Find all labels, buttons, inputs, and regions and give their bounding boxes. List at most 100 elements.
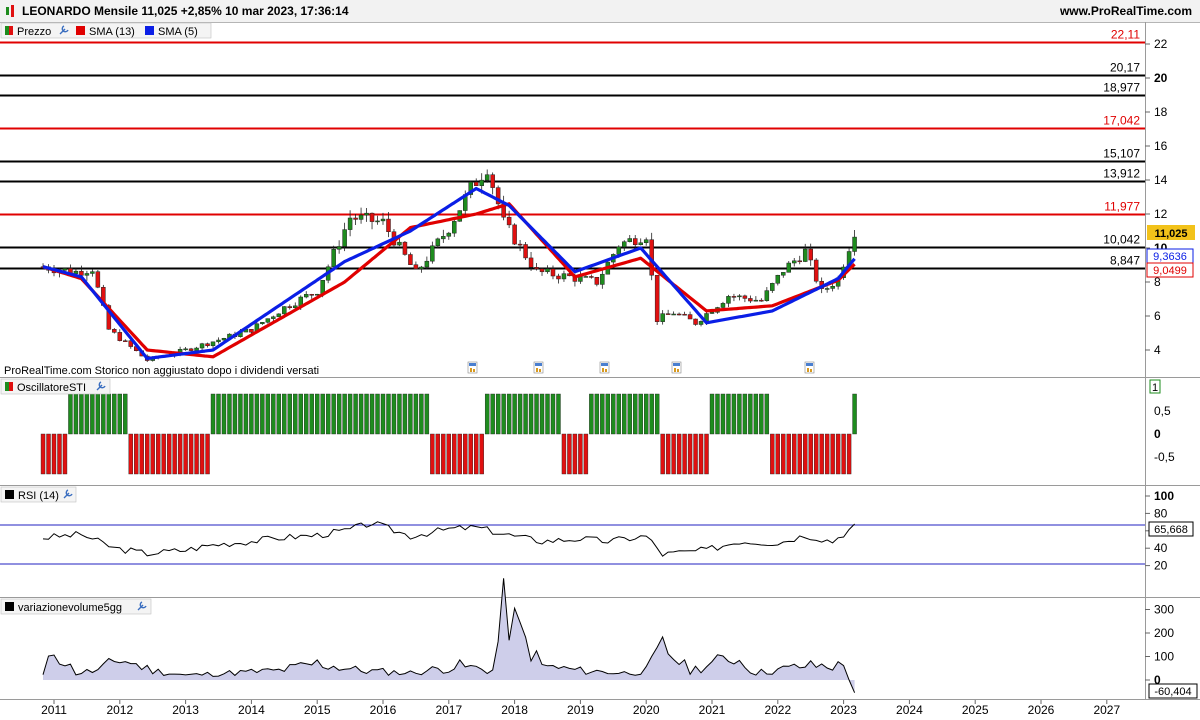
sti-bar bbox=[172, 433, 177, 475]
x-tick-label: 2019 bbox=[567, 703, 594, 717]
level-label: 10,042 bbox=[1103, 233, 1140, 247]
x-tick-label: 2025 bbox=[962, 703, 989, 717]
volume-label: variazionevolume5gg bbox=[18, 602, 122, 614]
level-label: 20,17 bbox=[1110, 61, 1140, 75]
candle-body bbox=[775, 274, 781, 284]
candle-body bbox=[808, 248, 813, 261]
sti-bar bbox=[846, 433, 852, 475]
sti-bar bbox=[150, 433, 155, 475]
sti-bar bbox=[145, 433, 150, 475]
watermark-text: ProRealTime.com Storico non aggiustato d… bbox=[4, 365, 319, 377]
sti-bar bbox=[781, 433, 786, 475]
prezzo-swatch bbox=[5, 26, 9, 35]
sti-bar bbox=[517, 393, 523, 435]
candle-body bbox=[353, 217, 358, 220]
sti-bar bbox=[188, 433, 194, 475]
rsi-tick-label: 100 bbox=[1154, 489, 1174, 503]
candle-body bbox=[616, 246, 622, 255]
sti-bar bbox=[813, 433, 819, 475]
x-tick-label: 2018 bbox=[501, 703, 528, 717]
sti-bar bbox=[57, 433, 62, 475]
x-tick-label: 2024 bbox=[896, 703, 923, 717]
sti-bar bbox=[139, 433, 144, 475]
sti-bar bbox=[506, 393, 512, 435]
sti-bar bbox=[123, 393, 128, 435]
sti-bar bbox=[654, 393, 660, 435]
level-label: 11,977 bbox=[1104, 200, 1140, 214]
level-labels: 22,11 20,17 18,977 17,042 15,107 13,912 11,977… bbox=[1103, 28, 1140, 268]
sti-bars bbox=[40, 393, 857, 475]
candle-body bbox=[62, 268, 68, 271]
candle-body bbox=[408, 254, 413, 265]
candle-body bbox=[813, 259, 819, 282]
chart-area[interactable]: 22201816141210864 22,1120,1718,97717,042… bbox=[0, 0, 1200, 720]
sti-bar bbox=[79, 393, 84, 435]
sti-bar bbox=[819, 433, 824, 475]
y-tick-label: 16 bbox=[1154, 139, 1168, 153]
candle-body bbox=[550, 268, 556, 277]
candle-body bbox=[528, 257, 534, 268]
candle-body bbox=[534, 267, 539, 270]
candle-body bbox=[386, 218, 391, 232]
price-legend: Prezzo SMA (13) SMA (5) bbox=[0, 22, 212, 39]
rsi-tick-label: 80 bbox=[1154, 506, 1168, 520]
candle-body bbox=[490, 174, 495, 188]
sti-bar bbox=[715, 393, 720, 435]
sti-bar bbox=[232, 393, 238, 435]
candle-body bbox=[380, 218, 386, 222]
sti-tick-label: 0 bbox=[1154, 427, 1161, 441]
candle-body bbox=[90, 271, 95, 274]
candle-body bbox=[539, 268, 545, 273]
sti-bar bbox=[797, 433, 802, 475]
sti-bar bbox=[397, 393, 402, 435]
x-tick-label: 2014 bbox=[238, 703, 265, 717]
sti-bar bbox=[671, 433, 676, 475]
sti-bar bbox=[205, 433, 210, 475]
sti-bar bbox=[101, 393, 106, 435]
sti-bar bbox=[759, 393, 764, 435]
candle-body bbox=[698, 321, 704, 325]
sti-bar bbox=[687, 433, 693, 475]
sti-bar bbox=[282, 393, 287, 435]
sti-bar bbox=[622, 393, 627, 435]
sti-bar bbox=[638, 393, 643, 435]
candle-body bbox=[517, 243, 523, 246]
candle-body bbox=[364, 212, 369, 216]
last-price-tag: 11,025 bbox=[1154, 228, 1187, 240]
candle-body bbox=[282, 306, 287, 315]
sti-bar bbox=[561, 433, 567, 475]
sti-bar bbox=[605, 393, 611, 435]
sti-bar bbox=[293, 393, 298, 435]
candle-body bbox=[260, 322, 265, 325]
candle-body bbox=[583, 276, 589, 278]
x-tick-label: 2027 bbox=[1093, 703, 1120, 717]
sti-last-value: 1 bbox=[1152, 382, 1158, 394]
candle-body bbox=[556, 275, 561, 280]
sti-bar bbox=[166, 433, 172, 475]
candle-body bbox=[419, 266, 424, 270]
candle-body bbox=[287, 306, 293, 309]
sti-bar bbox=[463, 433, 468, 475]
sti-bar bbox=[271, 393, 276, 435]
candle-body bbox=[194, 347, 199, 351]
level-label: 8,847 bbox=[1110, 254, 1140, 268]
sti-bar bbox=[227, 393, 232, 435]
candle-body bbox=[512, 224, 517, 245]
sti-bar bbox=[325, 393, 331, 435]
sti-legend: OscillatoreSTI bbox=[0, 378, 111, 395]
candle-body bbox=[676, 313, 682, 316]
sti-bar bbox=[347, 393, 353, 435]
sti-label: OscillatoreSTI bbox=[17, 382, 86, 394]
level-label: 17,042 bbox=[1103, 114, 1140, 128]
candle-body bbox=[188, 348, 194, 351]
candle-body bbox=[369, 212, 375, 222]
y-tick-label: 18 bbox=[1154, 105, 1168, 119]
sti-bar bbox=[402, 393, 408, 435]
sti-bar bbox=[430, 433, 435, 475]
candle-body bbox=[309, 294, 314, 296]
candle-body bbox=[183, 348, 188, 351]
candle-body bbox=[781, 272, 786, 276]
candle-body bbox=[441, 236, 446, 240]
rsi-tick-label: 20 bbox=[1154, 559, 1168, 573]
candle-body bbox=[84, 273, 90, 276]
